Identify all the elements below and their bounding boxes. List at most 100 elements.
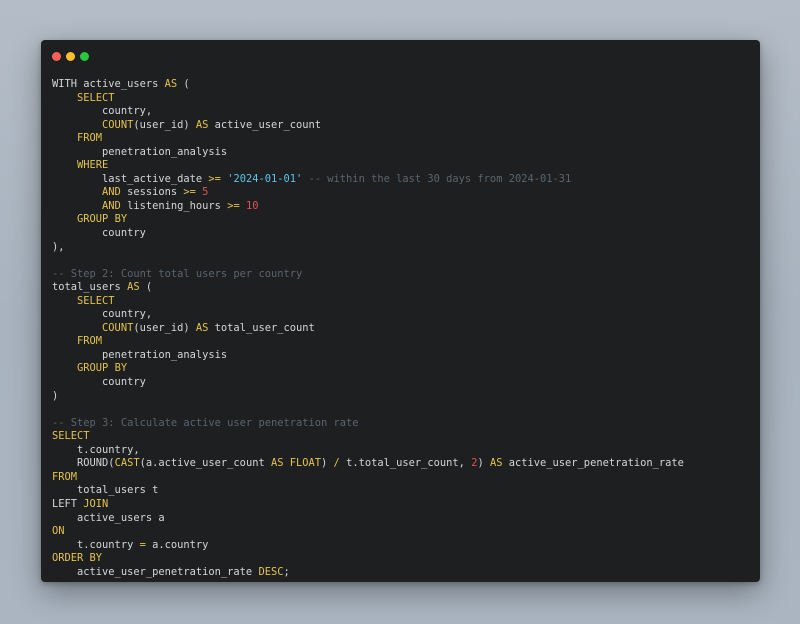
code-token: COUNT (102, 321, 134, 334)
code-token: AS (270, 457, 284, 470)
window-titlebar (41, 40, 760, 72)
code-token: SELECT (77, 91, 115, 104)
code-token: total_users (52, 281, 128, 294)
code-token: ) (477, 457, 490, 470)
code-token: GROUP BY (77, 362, 128, 375)
code-token: WITH active_users (52, 78, 165, 90)
code-line: WITH active_users AS ( (52, 78, 684, 92)
code-token: t.total_user_count, (339, 457, 472, 470)
code-line: active_users a (52, 512, 684, 526)
code-line: active_user_penetration_rate DESC; (52, 566, 684, 580)
code-token: ) (52, 389, 59, 402)
code-token: ; (283, 565, 290, 578)
code-token: FLOAT (289, 457, 322, 470)
code-token: AS (489, 457, 503, 470)
code-token: -- within the last 30 days from 2024-01-… (302, 172, 572, 185)
code-token: LEFT (52, 497, 84, 510)
code-line: -- Step 3: Calculate active user penetra… (52, 417, 684, 431)
code-token: FROM (77, 132, 103, 145)
code-window: WITH active_users AS ( SELECT country, C… (41, 40, 760, 582)
code-token: DESC (258, 565, 284, 578)
code-token: AS (164, 78, 178, 90)
code-token: COUNT (102, 118, 134, 131)
code-token: (a.active_user_count (139, 457, 271, 470)
code-token: ), (52, 240, 65, 253)
code-line: country, (52, 308, 684, 322)
close-button[interactable] (52, 52, 61, 61)
code-line: penetration_analysis (52, 349, 684, 363)
code-line: FROM (52, 335, 684, 349)
code-token: active_user_count (208, 118, 322, 131)
code-token: 5 (202, 186, 209, 199)
code-token: total_users t (52, 484, 159, 497)
code-token: ( (139, 281, 153, 294)
code-token: ROUND( (52, 457, 115, 470)
code-line: total_users AS ( (52, 281, 684, 295)
code-line: last_active_date >= '2024-01-01' -- with… (52, 173, 684, 187)
code-line: t.country, (52, 444, 684, 458)
code-token: FROM (77, 335, 103, 348)
code-token: (user_id) (133, 118, 196, 131)
code-token: sessions (120, 186, 184, 199)
code-token: active_user_penetration_rate (502, 457, 684, 470)
code-line: COUNT(user_id) AS total_user_count (52, 322, 684, 336)
code-token: SELECT (77, 294, 115, 307)
code-token: t.country, (52, 443, 140, 456)
code-token: active_users a (52, 511, 165, 524)
code-line: ORDER BY (52, 552, 684, 566)
code-line: ROUND(CAST(a.active_user_count AS FLOAT)… (52, 457, 684, 471)
code-line: AND sessions >= 5 (52, 186, 684, 200)
code-line: ON (52, 525, 684, 539)
code-line: total_users t (52, 484, 684, 498)
maximize-button[interactable] (80, 52, 89, 61)
code-token: penetration_analysis (52, 348, 228, 361)
code-line: FROM (52, 471, 684, 485)
code-token: country (52, 227, 146, 240)
code-token: t.country (52, 538, 140, 551)
code-token: >= (208, 172, 221, 185)
code-line: country, (52, 105, 684, 119)
code-token: total_user_count (208, 321, 315, 334)
code-line: LEFT JOIN (52, 498, 684, 512)
code-token: penetration_analysis (52, 145, 228, 158)
minimize-button[interactable] (66, 52, 75, 61)
code-token: listening_hours (120, 199, 228, 212)
code-token: >= (227, 199, 240, 212)
code-line: GROUP BY (52, 213, 684, 227)
code-token: a.country (145, 538, 209, 551)
code-token: ( (177, 78, 190, 90)
code-token: >= (183, 186, 196, 199)
code-token: country, (52, 105, 153, 118)
code-line: country (52, 376, 684, 390)
code-token: last_active_date (52, 172, 209, 185)
code-token: country, (52, 308, 153, 321)
code-line: GROUP BY (52, 362, 684, 376)
code-line: ), (52, 241, 684, 255)
code-token: FROM (52, 470, 78, 483)
code-line: country (52, 227, 684, 241)
code-token: '2024-01-01' (227, 172, 303, 185)
code-line: -- Step 2: Count total users per country (52, 268, 684, 282)
code-token: ON (52, 525, 65, 538)
code-token: GROUP BY (77, 213, 128, 226)
code-token: (user_id) (133, 321, 196, 334)
code-token: country (52, 376, 146, 389)
code-token: WHERE (77, 159, 109, 172)
code-token: -- Step 3: Calculate active user penetra… (52, 416, 359, 429)
code-token: AND (102, 199, 121, 212)
code-line: SELECT (52, 295, 684, 309)
sql-code-block[interactable]: WITH active_users AS ( SELECT country, C… (52, 78, 684, 579)
code-token: 10 (245, 199, 259, 212)
code-line: penetration_analysis (52, 146, 684, 160)
